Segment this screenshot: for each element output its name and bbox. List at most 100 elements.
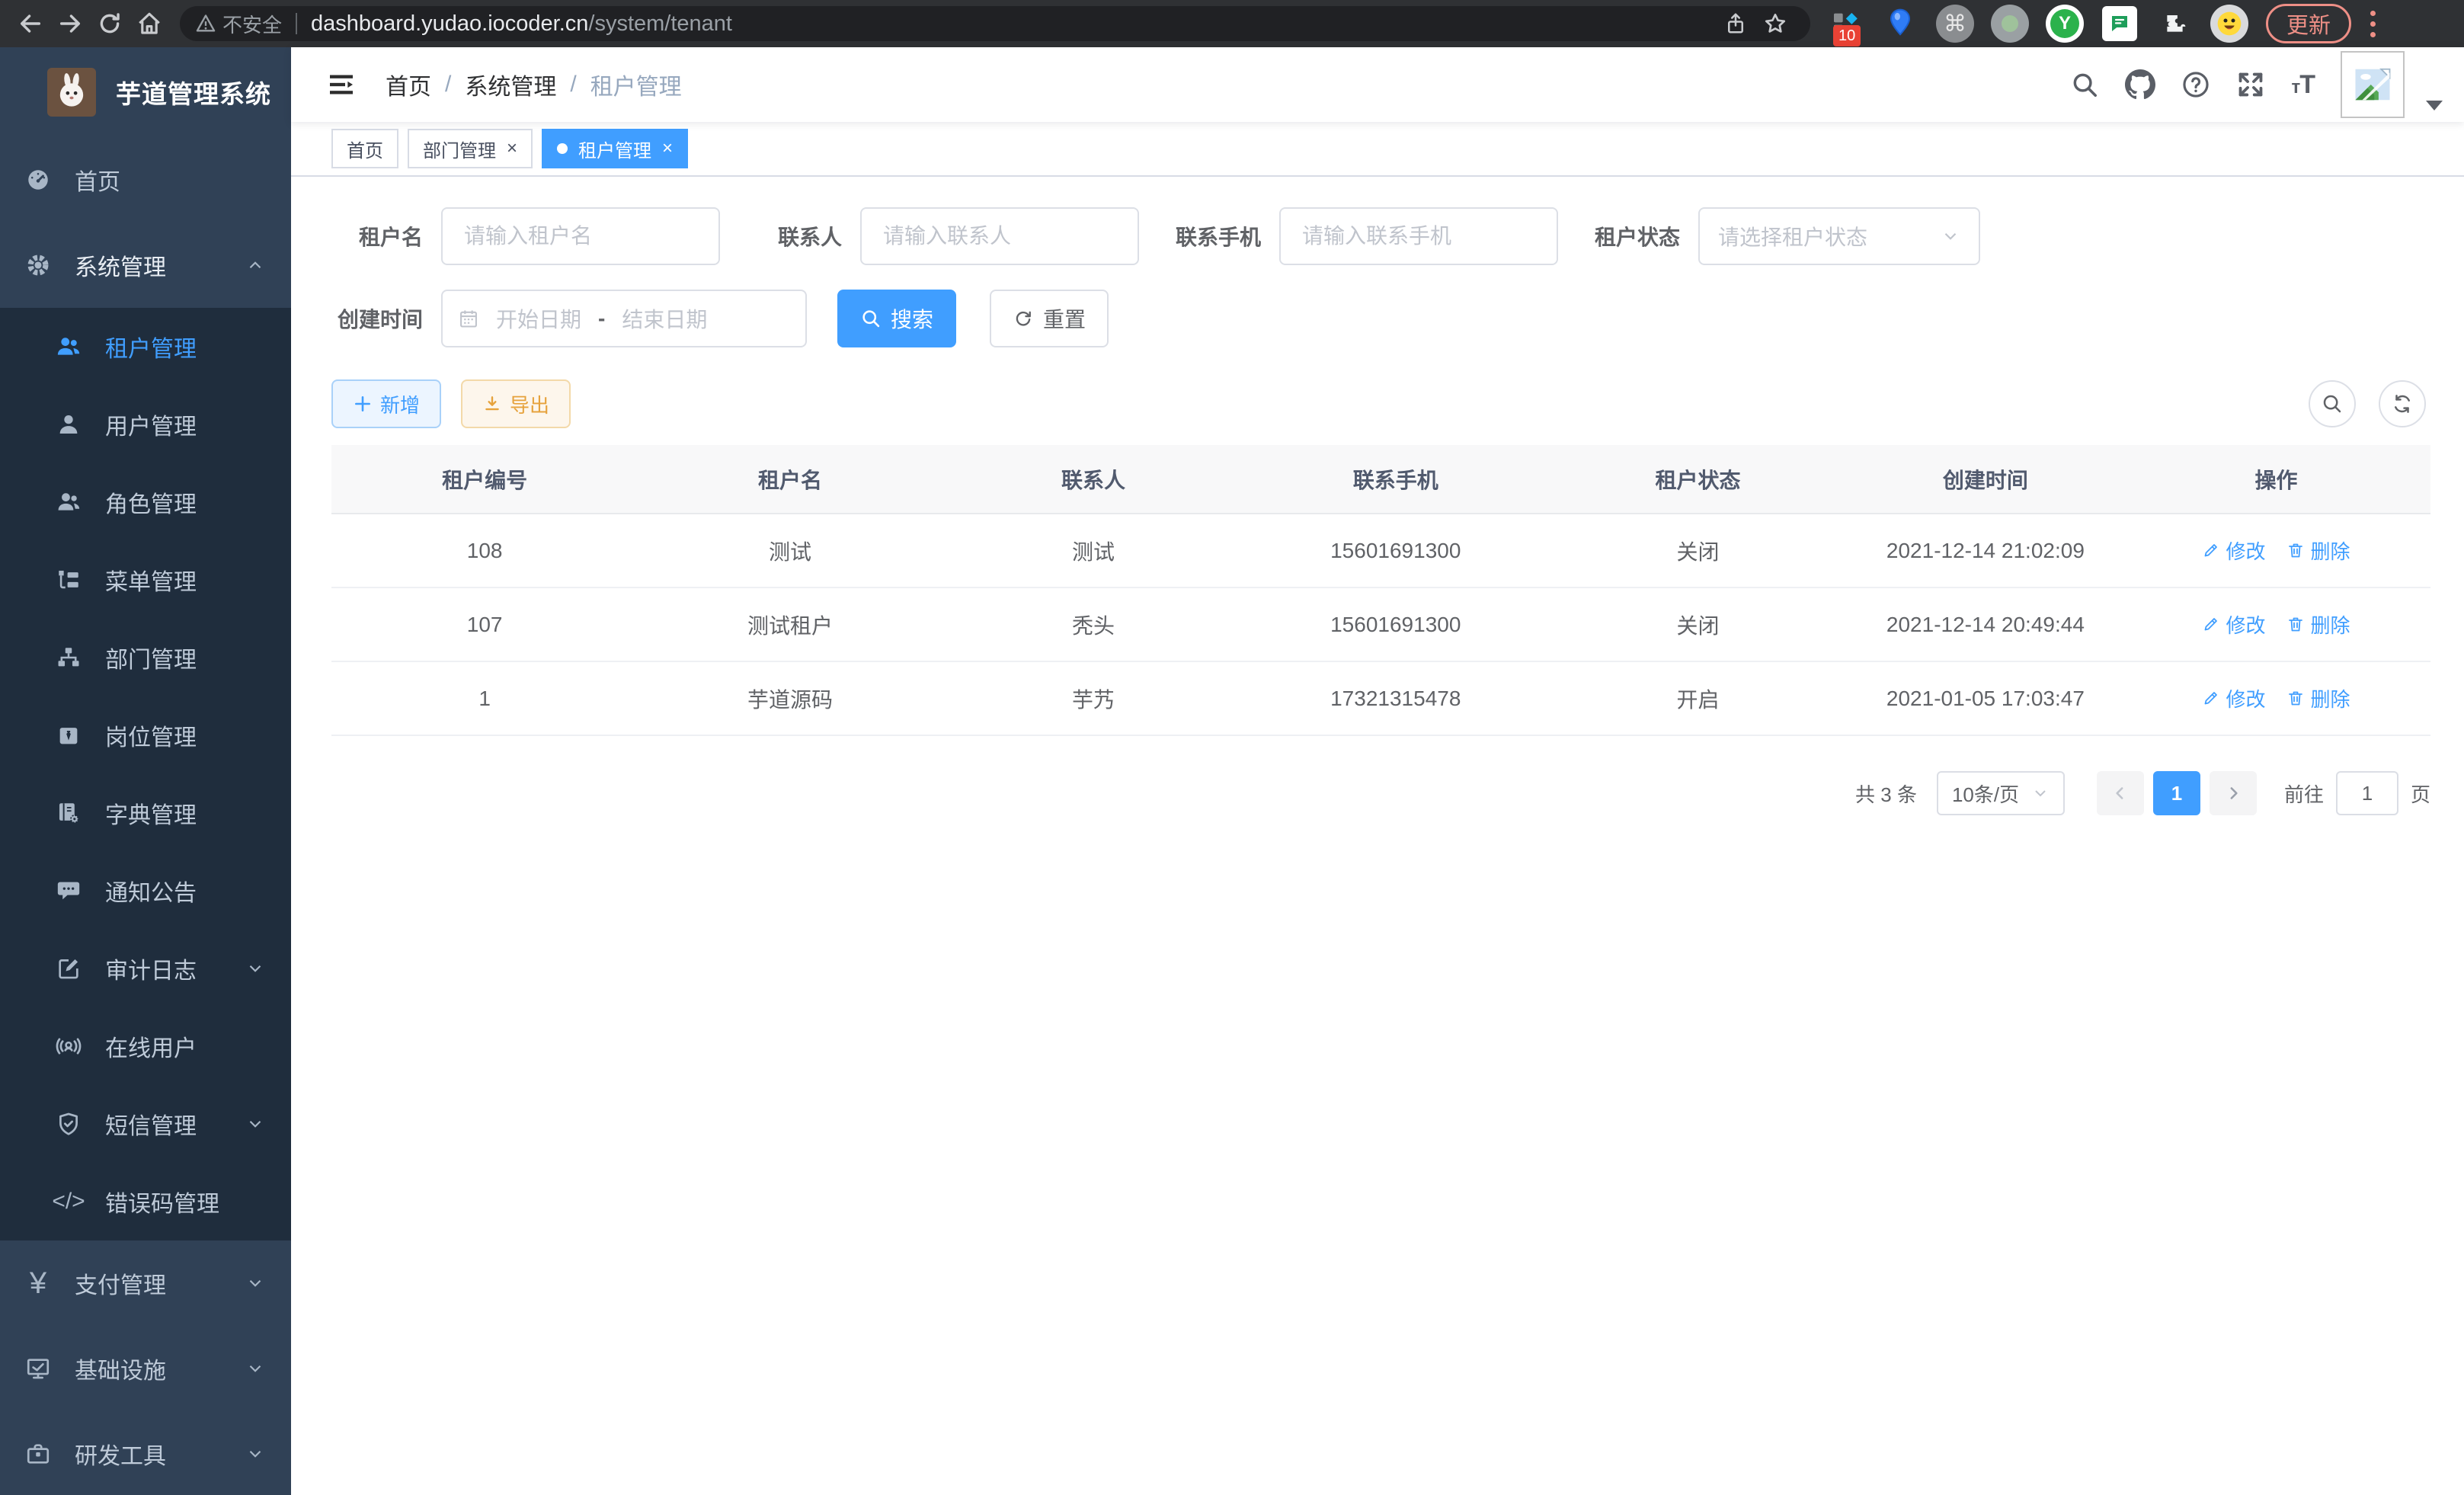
sidebar-item-devtools[interactable]: 研发工具	[0, 1411, 291, 1495]
trash-icon	[2286, 689, 2305, 707]
cell-contact: 秃头	[942, 587, 1245, 661]
date-separator: -	[598, 306, 605, 331]
sidebar-item-tenant[interactable]: 租户管理	[0, 308, 291, 386]
sidebar-item-menu[interactable]: 菜单管理	[0, 541, 291, 619]
help-icon[interactable]	[2181, 70, 2210, 99]
date-range-picker[interactable]: 开始日期 - 结束日期	[441, 290, 807, 347]
bookmark-star-icon[interactable]	[1755, 5, 1795, 42]
chevron-down-icon	[245, 1114, 265, 1134]
edit-link[interactable]: 修改	[2202, 610, 2265, 639]
tab-label: 首页	[347, 136, 383, 162]
edit-icon	[2202, 541, 2220, 559]
sidebar-item-home[interactable]: 首页	[0, 137, 291, 222]
cell-phone: 15601691300	[1244, 514, 1547, 587]
font-size-icon[interactable]: тT	[2291, 70, 2315, 100]
back-icon[interactable]	[11, 5, 50, 42]
prev-page-button[interactable]	[2097, 771, 2144, 815]
sidebar-item-infra[interactable]: 基础设施	[0, 1326, 291, 1411]
extension-command-icon[interactable]: ⌘	[1935, 4, 1975, 43]
app-logo	[47, 68, 96, 117]
sidebar-item-dept[interactable]: 部门管理	[0, 619, 291, 696]
refresh-table-button[interactable]	[2379, 380, 2426, 427]
delete-link[interactable]: 删除	[2286, 684, 2350, 712]
extension-chat-icon[interactable]	[2100, 4, 2139, 43]
post-badge-icon	[53, 722, 84, 748]
sidebar-item-label: 字典管理	[105, 796, 265, 830]
extension-dot-icon[interactable]	[1990, 4, 2030, 43]
tab-tenant[interactable]: 租户管理 ×	[542, 129, 688, 168]
phone-input[interactable]	[1279, 207, 1558, 265]
tab-home[interactable]: 首页	[331, 129, 398, 168]
security-label: 不安全	[222, 10, 282, 38]
sidebar-item-online[interactable]: 在线用户	[0, 1007, 291, 1085]
cell-actions: 修改删除	[2122, 514, 2430, 587]
goto-label: 前往	[2284, 780, 2324, 808]
kebab-menu-icon[interactable]	[2359, 4, 2386, 43]
status-select[interactable]: 请选择租户状态	[1698, 207, 1980, 265]
add-button[interactable]: 新增	[331, 379, 441, 428]
edit-link[interactable]: 修改	[2202, 684, 2265, 712]
breadcrumb-system[interactable]: 系统管理	[465, 68, 556, 101]
delete-link[interactable]: 删除	[2286, 536, 2350, 565]
reload-icon[interactable]	[90, 5, 130, 42]
github-icon[interactable]	[2125, 69, 2155, 100]
sidebar-item-audit[interactable]: 审计日志	[0, 930, 291, 1007]
sidebar-item-sms[interactable]: 短信管理	[0, 1085, 291, 1163]
sidebar-item-system[interactable]: 系统管理	[0, 222, 291, 308]
field-label: 联系人	[750, 221, 842, 251]
extension-y-icon[interactable]: Y	[2045, 4, 2085, 43]
sidebar-item-errcode[interactable]: </> 错误码管理	[0, 1163, 291, 1240]
tab-dept[interactable]: 部门管理 ×	[408, 129, 533, 168]
close-icon[interactable]: ×	[662, 139, 673, 158]
app-title: 芋道管理系统	[116, 74, 271, 110]
tenant-name-input[interactable]	[441, 207, 720, 265]
sidebar-item-user[interactable]: 用户管理	[0, 386, 291, 463]
avatar-caret-icon[interactable]	[2426, 101, 2443, 110]
sidebar-item-pay[interactable]: ¥ 支付管理	[0, 1240, 291, 1326]
refresh-icon	[2391, 392, 2414, 415]
share-icon[interactable]	[1716, 5, 1755, 42]
page-size-select[interactable]: 10条/页	[1937, 771, 2065, 815]
forward-icon[interactable]	[50, 5, 90, 42]
url-host: dashboard.yudao.iocoder.cn	[311, 11, 588, 37]
extension-puzzle-icon[interactable]	[2155, 4, 2194, 43]
show-search-button[interactable]	[2309, 380, 2356, 427]
tenant-users-icon	[53, 334, 84, 360]
sidebar-toggle-icon[interactable]	[326, 69, 357, 100]
sidebar-item-label: 用户管理	[105, 408, 265, 441]
extension-pin-icon[interactable]	[1880, 4, 1920, 43]
search-icon[interactable]	[2070, 70, 2099, 99]
export-button[interactable]: 导出	[461, 379, 571, 428]
extension-grid-icon[interactable]: 10	[1826, 4, 1865, 43]
next-page-button[interactable]	[2210, 771, 2257, 815]
cell-tenant-name: 测试租户	[638, 587, 942, 661]
sidebar-item-label: 首页	[75, 163, 265, 197]
contact-input[interactable]	[860, 207, 1139, 265]
delete-link[interactable]: 删除	[2286, 610, 2350, 639]
col-tenant-id: 租户编号	[331, 445, 638, 514]
url-bar[interactable]: 不安全 dashboard.yudao.iocoder.cn /system/t…	[180, 6, 1810, 41]
table-row: 1 芋道源码 芋艿 17321315478 开启 2021-01-05 17:0…	[331, 661, 2430, 735]
col-created: 创建时间	[1849, 445, 2122, 514]
sidebar-item-post[interactable]: 岗位管理	[0, 696, 291, 774]
edit-icon	[2202, 689, 2220, 707]
breadcrumb-separator: /	[445, 72, 451, 98]
home-icon[interactable]	[130, 5, 169, 42]
sidebar-item-dict[interactable]: 字典管理	[0, 774, 291, 852]
breadcrumb-home[interactable]: 首页	[386, 68, 431, 101]
fullscreen-icon[interactable]	[2236, 70, 2265, 99]
edit-link[interactable]: 修改	[2202, 536, 2265, 565]
sidebar-item-label: 短信管理	[105, 1107, 245, 1141]
goto-page-input[interactable]	[2336, 771, 2398, 815]
logo-row[interactable]: 芋道管理系统	[0, 47, 291, 137]
current-page[interactable]: 1	[2153, 771, 2200, 815]
sidebar-item-role[interactable]: 角色管理	[0, 463, 291, 541]
extension-face-icon[interactable]	[2210, 4, 2249, 43]
search-button[interactable]: 搜索	[837, 290, 956, 347]
code-icon: </>	[53, 1190, 84, 1213]
close-icon[interactable]: ×	[507, 139, 517, 158]
update-button[interactable]: 更新	[2266, 4, 2351, 43]
avatar-image[interactable]	[2341, 51, 2405, 118]
sidebar-item-notice[interactable]: 通知公告	[0, 852, 291, 930]
reset-button[interactable]: 重置	[990, 290, 1109, 347]
